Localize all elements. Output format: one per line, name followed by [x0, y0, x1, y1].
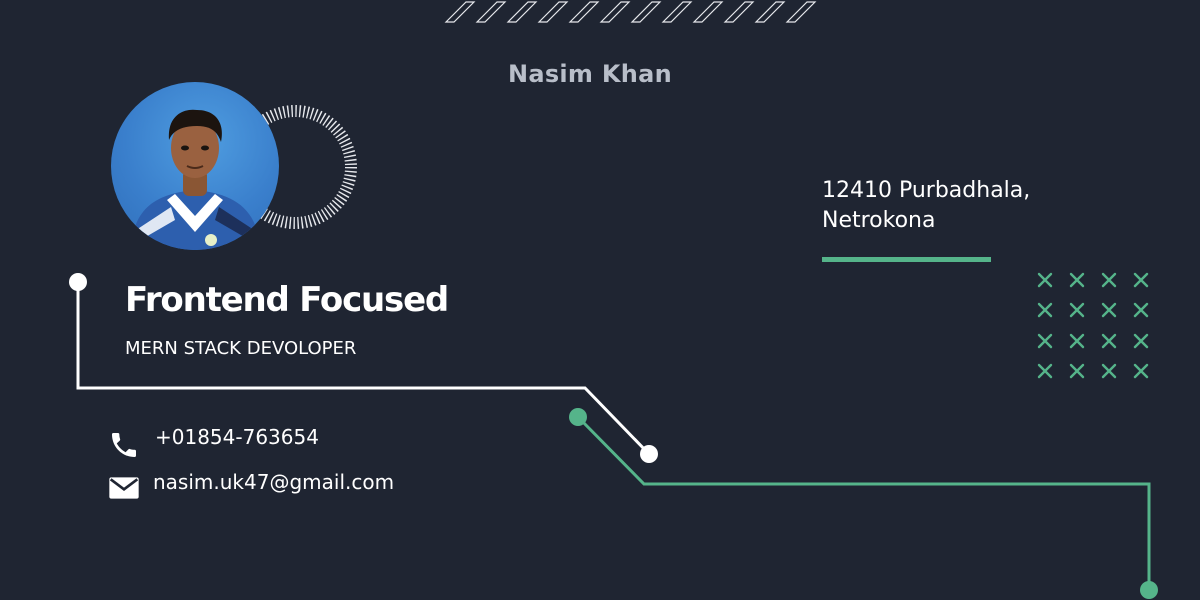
address-underline [822, 257, 991, 262]
mail-icon [109, 477, 139, 499]
email-address[interactable]: nasim.uk47@gmail.com [153, 470, 394, 494]
address-line-1: 12410 Purbadhala, [822, 178, 1031, 203]
headline: Frontend Focused [125, 280, 449, 320]
green-circuit-node-start [569, 408, 587, 426]
phone-icon [112, 433, 136, 457]
address-line-2: Netrokona [822, 208, 936, 233]
role-title: MERN STACK DEVOLOPER [125, 338, 357, 359]
address-block: 12410 Purbadhala, Netrokona [822, 176, 1030, 236]
phone-number[interactable]: +01854-763654 [155, 425, 319, 449]
business-card: Nasim Khan Frontend Focused MERN STACK D… [0, 0, 1200, 600]
x-grid-decoration [1037, 272, 1149, 379]
green-circuit-node-end [1140, 581, 1158, 599]
